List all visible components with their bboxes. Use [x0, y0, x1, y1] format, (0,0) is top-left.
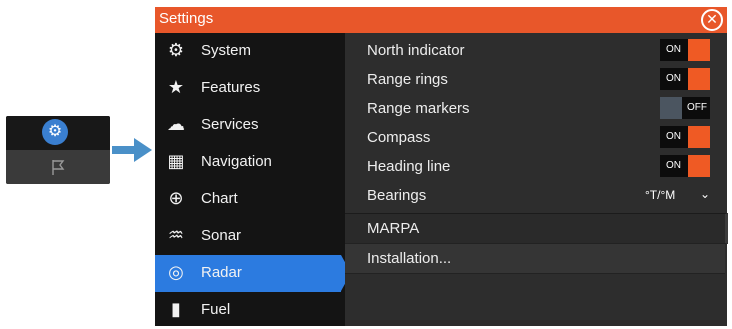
right-arrow-icon [112, 138, 152, 162]
setting-label: Compass [367, 129, 431, 146]
sidebar-item-label: Features [201, 79, 261, 96]
setting-label: North indicator [367, 42, 465, 59]
setting-label: Range markers [367, 100, 470, 117]
sidebar-item-label: Sonar [201, 227, 242, 244]
marpa-button[interactable]: MARPA [345, 213, 728, 244]
setting-label: Range rings [367, 71, 448, 88]
flag-icon [52, 160, 65, 175]
globe-icon: ⊕ [168, 188, 184, 209]
sidebar-item-chart[interactable]: ⊕ Chart [155, 181, 345, 218]
sonar-icon: ♒ [167, 225, 185, 246]
setting-label: Heading line [367, 158, 451, 175]
installation-button[interactable]: Installation... [345, 244, 725, 274]
sidebar-item-radar[interactable]: ◎ Radar [155, 255, 351, 292]
sidebar-item-label: Navigation [201, 153, 272, 170]
dialog-title: Settings [159, 10, 214, 27]
marpa-label: MARPA [367, 220, 420, 237]
setting-row-compass: Compass ON [345, 123, 727, 152]
range-rings-toggle[interactable]: ON [660, 68, 710, 90]
settings-dialog: Settings ✕ ⚙ System ★ Features ☁ Service… [155, 7, 728, 329]
installation-label: Installation... [367, 250, 452, 267]
sidebar-item-features[interactable]: ★ Features [155, 70, 345, 107]
sidebar-item-label: Radar [201, 264, 242, 281]
sidebar-item-navigation[interactable]: ▦ Navigation [155, 144, 345, 181]
sidebar-item-label: Chart [201, 190, 238, 207]
sidebar-item-sonar[interactable]: ♒ Sonar [155, 218, 345, 255]
compass-toggle[interactable]: ON [660, 126, 710, 148]
radar-icon: ◎ [168, 262, 184, 283]
bearings-select[interactable]: °T/°M ⌄ [645, 186, 717, 206]
cloud-icon: ☁ [167, 114, 185, 135]
bearings-value: °T/°M [645, 188, 676, 202]
setting-label: Bearings [367, 187, 427, 204]
sidebar-item-fuel[interactable]: ▮ Fuel [155, 292, 345, 329]
sidebar-item-label: Services [201, 116, 259, 133]
title-bar: Settings ✕ [155, 7, 727, 33]
sidebar-item-label: Fuel [201, 301, 231, 318]
chevron-down-icon: ⌄ [700, 187, 711, 201]
fuel-icon: ▮ [171, 299, 181, 320]
navigation-icon: ▦ [167, 151, 185, 172]
heading-line-toggle[interactable]: ON [660, 155, 710, 177]
gear-icon: ⚙ [167, 40, 185, 61]
settings-sidebar: ⚙ System ★ Features ☁ Services ▦ Navigat… [155, 33, 351, 329]
close-circle-icon[interactable]: ✕ [701, 9, 723, 31]
setting-row-heading-line: Heading line ON [345, 152, 727, 181]
star-icon: ★ [167, 77, 185, 98]
radar-settings-panel: North indicator ON Range rings ON Range … [345, 33, 728, 326]
range-markers-toggle[interactable]: OFF [660, 97, 710, 119]
north-indicator-toggle[interactable]: ON [660, 39, 710, 61]
setting-row-north-indicator: North indicator ON [345, 36, 727, 65]
sidebar-item-label: System [201, 42, 252, 59]
sidebar-item-services[interactable]: ☁ Services [155, 107, 345, 144]
setting-row-range-rings: Range rings ON [345, 65, 727, 94]
setting-row-range-markers: Range markers OFF [345, 94, 727, 123]
sidebar-item-system[interactable]: ⚙ System [155, 33, 345, 70]
thumbnail-preview: ⚙ [6, 116, 110, 184]
setting-row-bearings: Bearings °T/°M ⌄ [345, 181, 727, 210]
gear-circle-icon: ⚙ [42, 119, 68, 145]
